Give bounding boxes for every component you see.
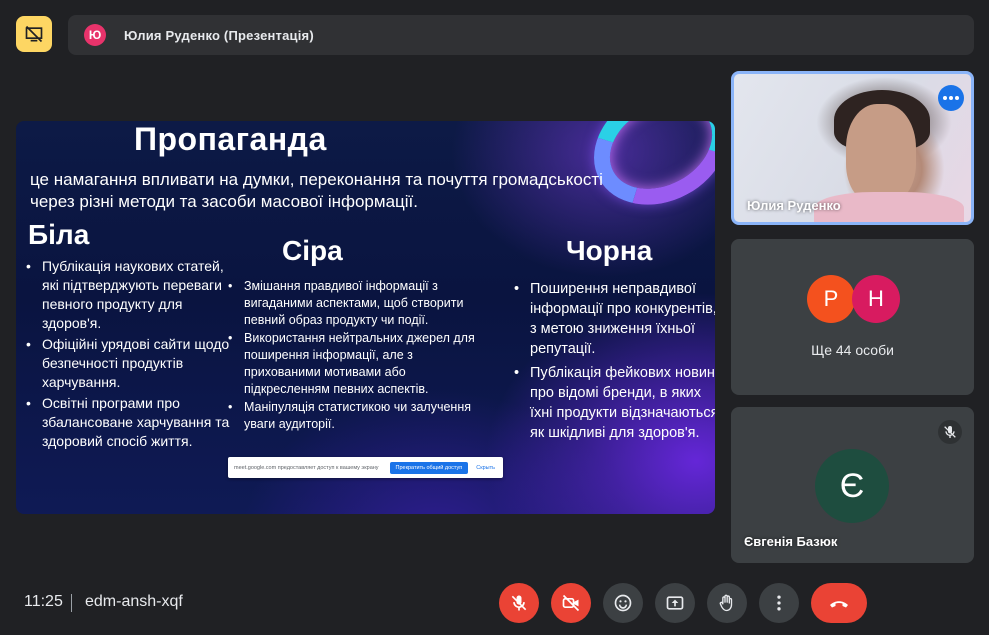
- list-item: Змішання правдивої інформації з вигадани…: [228, 278, 483, 329]
- list-item: Публікація фейкових новин про відомі бре…: [514, 363, 715, 443]
- list-item: Маніпуляція статистикою чи залучення ува…: [228, 399, 483, 433]
- video-feed-face: [846, 104, 916, 204]
- participant-tile-self[interactable]: Юлия Руденко: [731, 71, 974, 225]
- participant-name: Євгенія Базюк: [744, 534, 838, 549]
- dot-icon: [949, 96, 953, 100]
- meeting-time: 11:25: [24, 593, 63, 610]
- more-options-button[interactable]: [759, 583, 799, 623]
- black-propaganda-heading: Чорна: [566, 235, 653, 266]
- emoji-icon: [614, 594, 632, 612]
- more-participants-label: Ще 44 особи: [811, 342, 894, 358]
- list-item: Офіційні урядові сайти щодо безпечності …: [26, 335, 231, 392]
- stop-sharing-button[interactable]: Прекратить общий доступ: [389, 461, 469, 474]
- dot-icon: [943, 96, 947, 100]
- footer-divider: [71, 594, 72, 612]
- presenter-avatar: Ю: [84, 24, 106, 46]
- avatar: Є: [815, 449, 889, 523]
- more-vert-icon: [777, 595, 781, 611]
- leave-call-button[interactable]: [811, 583, 867, 623]
- participant-tile-yevheniia[interactable]: Є Євгенія Базюк: [731, 407, 974, 563]
- presenter-label: Юлия Руденко (Презентація): [124, 27, 314, 43]
- slide-title: Пропаганда: [134, 121, 327, 157]
- mic-off-button[interactable]: [499, 583, 539, 623]
- mic-off-icon: [511, 595, 527, 611]
- list-item: Поширення неправдивої інформації про кон…: [514, 279, 715, 359]
- avatar: Р: [807, 275, 855, 323]
- present-screen-icon: [666, 596, 684, 610]
- list-item: Освітні програми про збалансоване харчув…: [26, 394, 231, 451]
- meeting-code[interactable]: edm-ansh-xqf: [85, 593, 183, 611]
- list-item: Використання нейтральних джерел для поши…: [228, 330, 483, 398]
- presentation-slide: Пропаганда це намагання впливати на думк…: [16, 121, 715, 514]
- share-notice-text: meet.google.com предоставляет доступ к в…: [234, 464, 379, 471]
- call-end-icon: [830, 601, 848, 608]
- screen-share-notice: meet.google.com предоставляет доступ к в…: [228, 457, 503, 478]
- camera-off-button[interactable]: [551, 583, 591, 623]
- videocam-off-icon: [562, 594, 580, 612]
- gray-propaganda-list: Змішання правдивої інформації з вигадани…: [228, 278, 483, 434]
- white-propaganda-heading: Біла: [28, 219, 90, 250]
- layout-pin-button[interactable]: [16, 16, 52, 52]
- avatar: Н: [852, 275, 900, 323]
- present-button[interactable]: [655, 583, 695, 623]
- black-propaganda-list: Поширення неправдивої інформації про кон…: [514, 279, 715, 447]
- hide-notice-button[interactable]: Скрыть: [474, 465, 497, 471]
- presenter-bar[interactable]: Ю Юлия Руденко (Презентація): [68, 15, 974, 55]
- hand-icon: [719, 594, 733, 612]
- mic-off-icon: [938, 420, 962, 444]
- list-item: Публікація наукових статей, які підтверд…: [26, 257, 231, 333]
- gray-propaganda-heading: Сіра: [282, 235, 343, 266]
- emoji-button[interactable]: [603, 583, 643, 623]
- raise-hand-button[interactable]: [707, 583, 747, 623]
- dot-icon: [955, 96, 959, 100]
- slide-subtitle: це намагання впливати на думки, перекона…: [30, 170, 603, 211]
- participant-name: Юлия Руденко: [747, 198, 841, 213]
- presentation-off-icon: [25, 25, 43, 43]
- white-propaganda-list: Публікація наукових статей, які підтверд…: [26, 257, 231, 453]
- tile-more-options-button[interactable]: [938, 85, 964, 111]
- participant-tile-others[interactable]: Р Н Ще 44 особи: [731, 239, 974, 395]
